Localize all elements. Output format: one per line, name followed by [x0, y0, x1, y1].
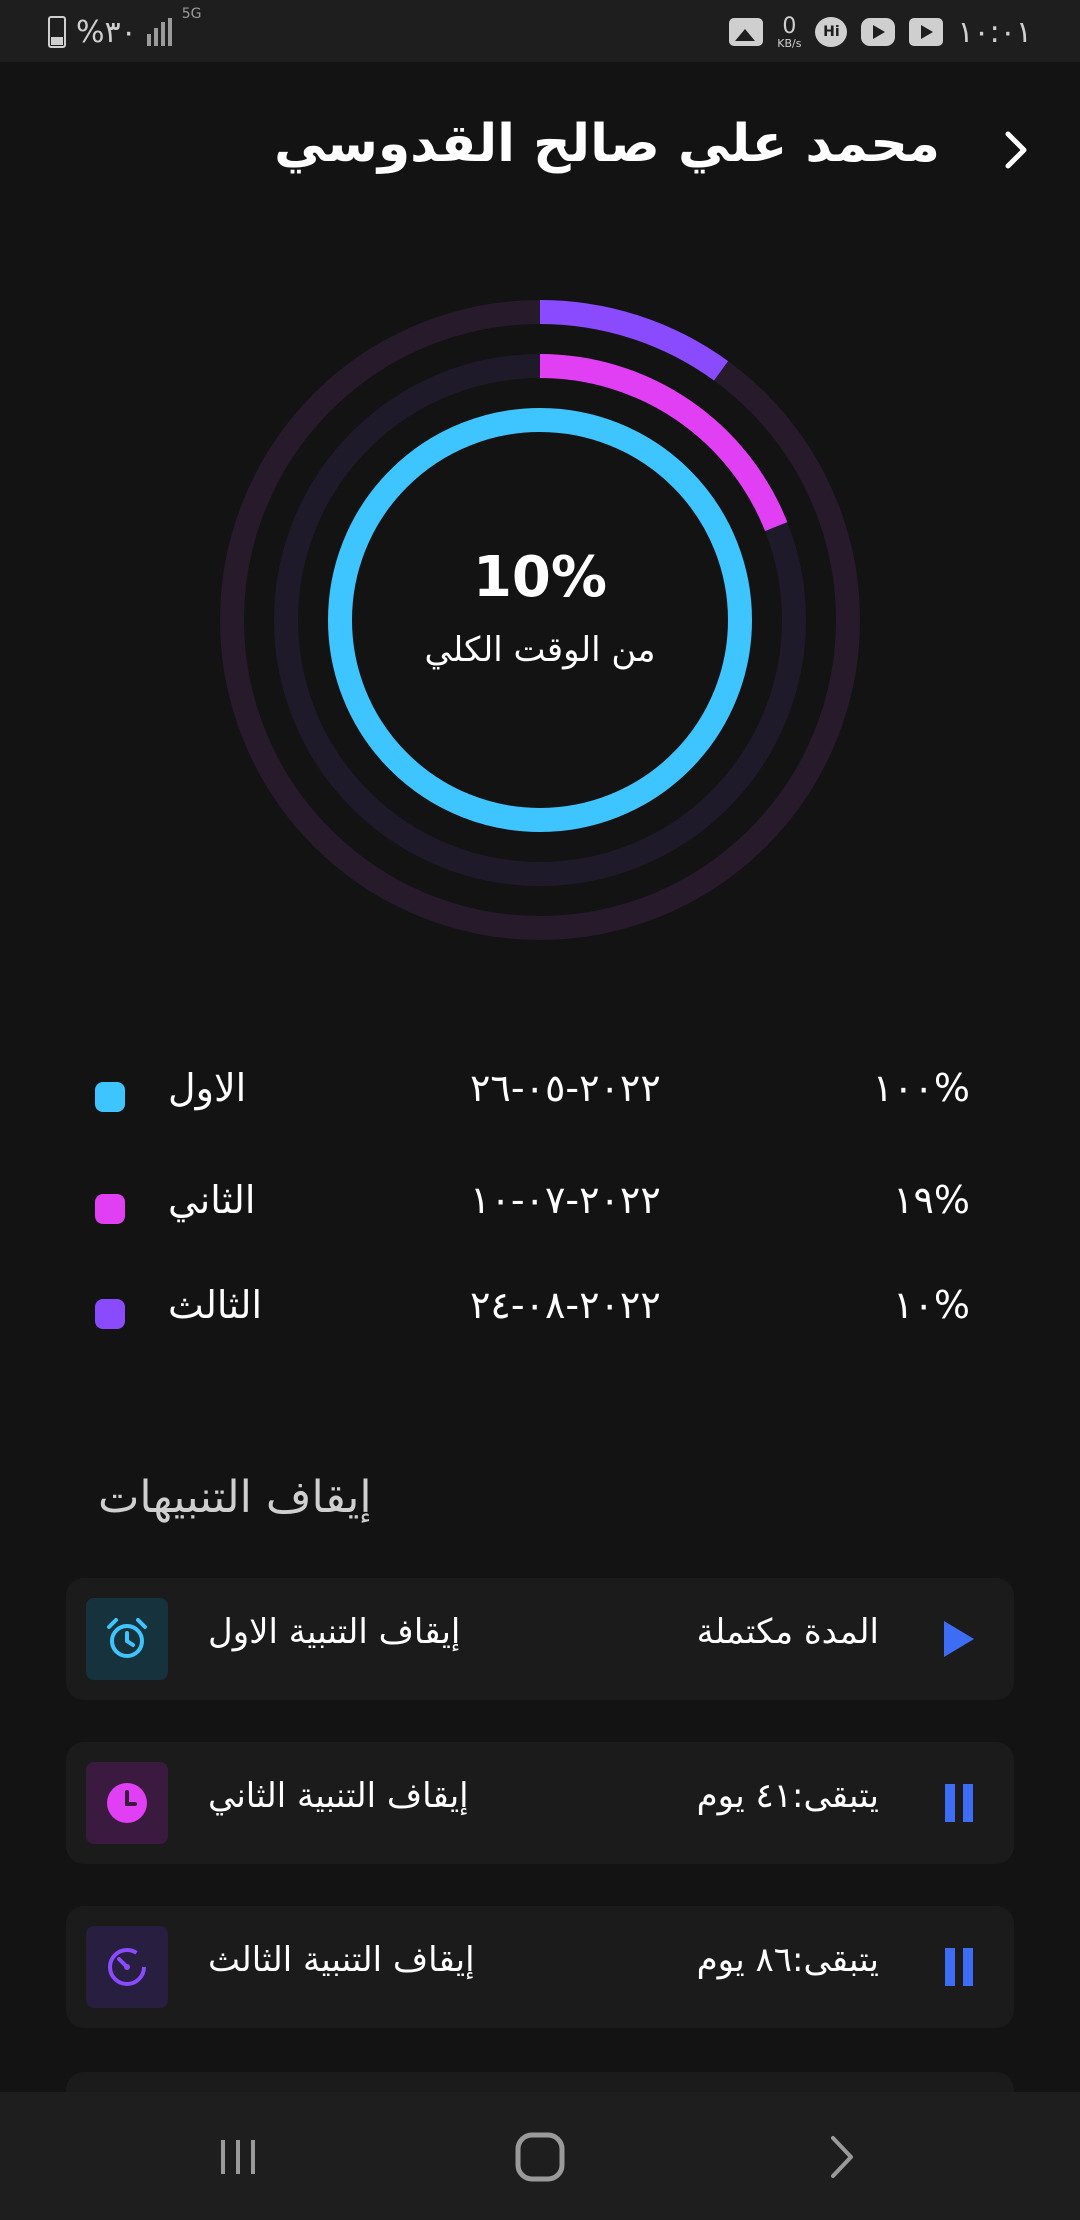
- timer-icon: [108, 1948, 146, 1986]
- legend-row: الثاني ٢٠٢٢-٠٧-١٠ ١٩%: [0, 1178, 1080, 1238]
- status-left: %٣٠ 5G: [48, 6, 202, 54]
- back-button[interactable]: [807, 2122, 877, 2192]
- legend-date: ٢٠٢٢-٠٥-٢٦: [470, 1066, 661, 1110]
- legend-date: ٢٠٢٢-٠٧-١٠: [470, 1178, 661, 1222]
- alert-status: يتبقى:٨٦ يوم: [696, 1940, 879, 1980]
- legend-name: الثالث: [168, 1283, 263, 1327]
- youtube-icon: [861, 18, 896, 46]
- section-title: إيقاف التنبيهات: [98, 1472, 372, 1523]
- back-arrow-icon[interactable]: [994, 128, 1038, 172]
- back-icon: [831, 2136, 853, 2178]
- clock-icon: [107, 1783, 147, 1823]
- recent-apps-button[interactable]: [203, 2122, 273, 2192]
- alert-label: إيقاف التنبية الثاني: [208, 1776, 469, 1816]
- status-bar: %٣٠ 5G 0 KB/s Hi ١٠:٠١: [0, 0, 1080, 62]
- legend-dot: [95, 1299, 125, 1329]
- legend-percent: ١٠%: [893, 1283, 970, 1327]
- legend-dot: [95, 1194, 125, 1224]
- alert-card-first[interactable]: إيقاف التنبية الاول المدة مكتملة: [66, 1578, 1014, 1700]
- legend-percent: ١٠٠%: [872, 1066, 970, 1110]
- card-icon-box: [86, 1762, 168, 1844]
- header: محمد علي صالح القدوسي: [0, 100, 1080, 200]
- pause-icon: [945, 1784, 973, 1822]
- alert-card-third[interactable]: إيقاف التنبية الثالث يتبقى:٨٦ يوم: [66, 1906, 1014, 2028]
- play-button[interactable]: [934, 1614, 984, 1664]
- pause-button[interactable]: [934, 1778, 984, 1828]
- navigation-bar: [0, 2092, 1080, 2220]
- legend-row: الاول ٢٠٢٢-٠٥-٢٦ ١٠٠%: [0, 1066, 1080, 1126]
- alert-card-second[interactable]: إيقاف التنبية الثاني يتبقى:٤١ يوم: [66, 1742, 1014, 1864]
- home-icon: [515, 2132, 565, 2182]
- speed-value: 0: [782, 13, 797, 39]
- card-icon-box: [86, 1598, 168, 1680]
- status-right: 0 KB/s Hi ١٠:٠١: [729, 10, 1032, 54]
- legend-name: الثاني: [168, 1178, 256, 1222]
- battery-level: %٣٠: [76, 14, 137, 50]
- clock: ١٠:٠١: [957, 14, 1032, 50]
- recent-apps-icon: [221, 2140, 255, 2174]
- card-icon-box: [86, 1926, 168, 2008]
- ring-track: [220, 300, 860, 940]
- gallery-icon: [729, 18, 764, 46]
- total-percent-label: من الوقت الكلي: [424, 630, 656, 670]
- pause-icon: [945, 1948, 973, 1986]
- total-percent: 10%: [472, 545, 608, 610]
- page-title: محمد علي صالح القدوسي: [274, 114, 940, 174]
- pause-button[interactable]: [934, 1942, 984, 1992]
- network-speed: 0 KB/s: [777, 13, 802, 50]
- alert-status: المدة مكتملة: [696, 1612, 879, 1652]
- legend-row: الثالث ٢٠٢٢-٠٨-٢٤ ١٠%: [0, 1283, 1080, 1343]
- network-type: 5G: [181, 6, 202, 22]
- alert-status: يتبقى:٤١ يوم: [696, 1776, 879, 1816]
- ring-progress-1: [328, 408, 752, 832]
- alert-label: إيقاف التنبية الاول: [208, 1612, 461, 1652]
- alert-label: إيقاف التنبية الثالث: [208, 1940, 475, 1980]
- legend-dot: [95, 1082, 125, 1112]
- play-icon: [944, 1621, 974, 1657]
- hi-icon: Hi: [815, 17, 848, 47]
- legend-name: الاول: [168, 1066, 247, 1110]
- play-store-icon: [909, 18, 944, 46]
- signal-icon: [146, 18, 172, 46]
- progress-rings: [220, 300, 860, 940]
- home-button[interactable]: [505, 2122, 575, 2192]
- alarm-clock-icon: [107, 1618, 147, 1658]
- speed-unit: KB/s: [777, 36, 802, 50]
- legend-percent: ١٩%: [893, 1178, 970, 1222]
- legend-date: ٢٠٢٢-٠٨-٢٤: [470, 1283, 661, 1327]
- battery-icon: [48, 16, 66, 48]
